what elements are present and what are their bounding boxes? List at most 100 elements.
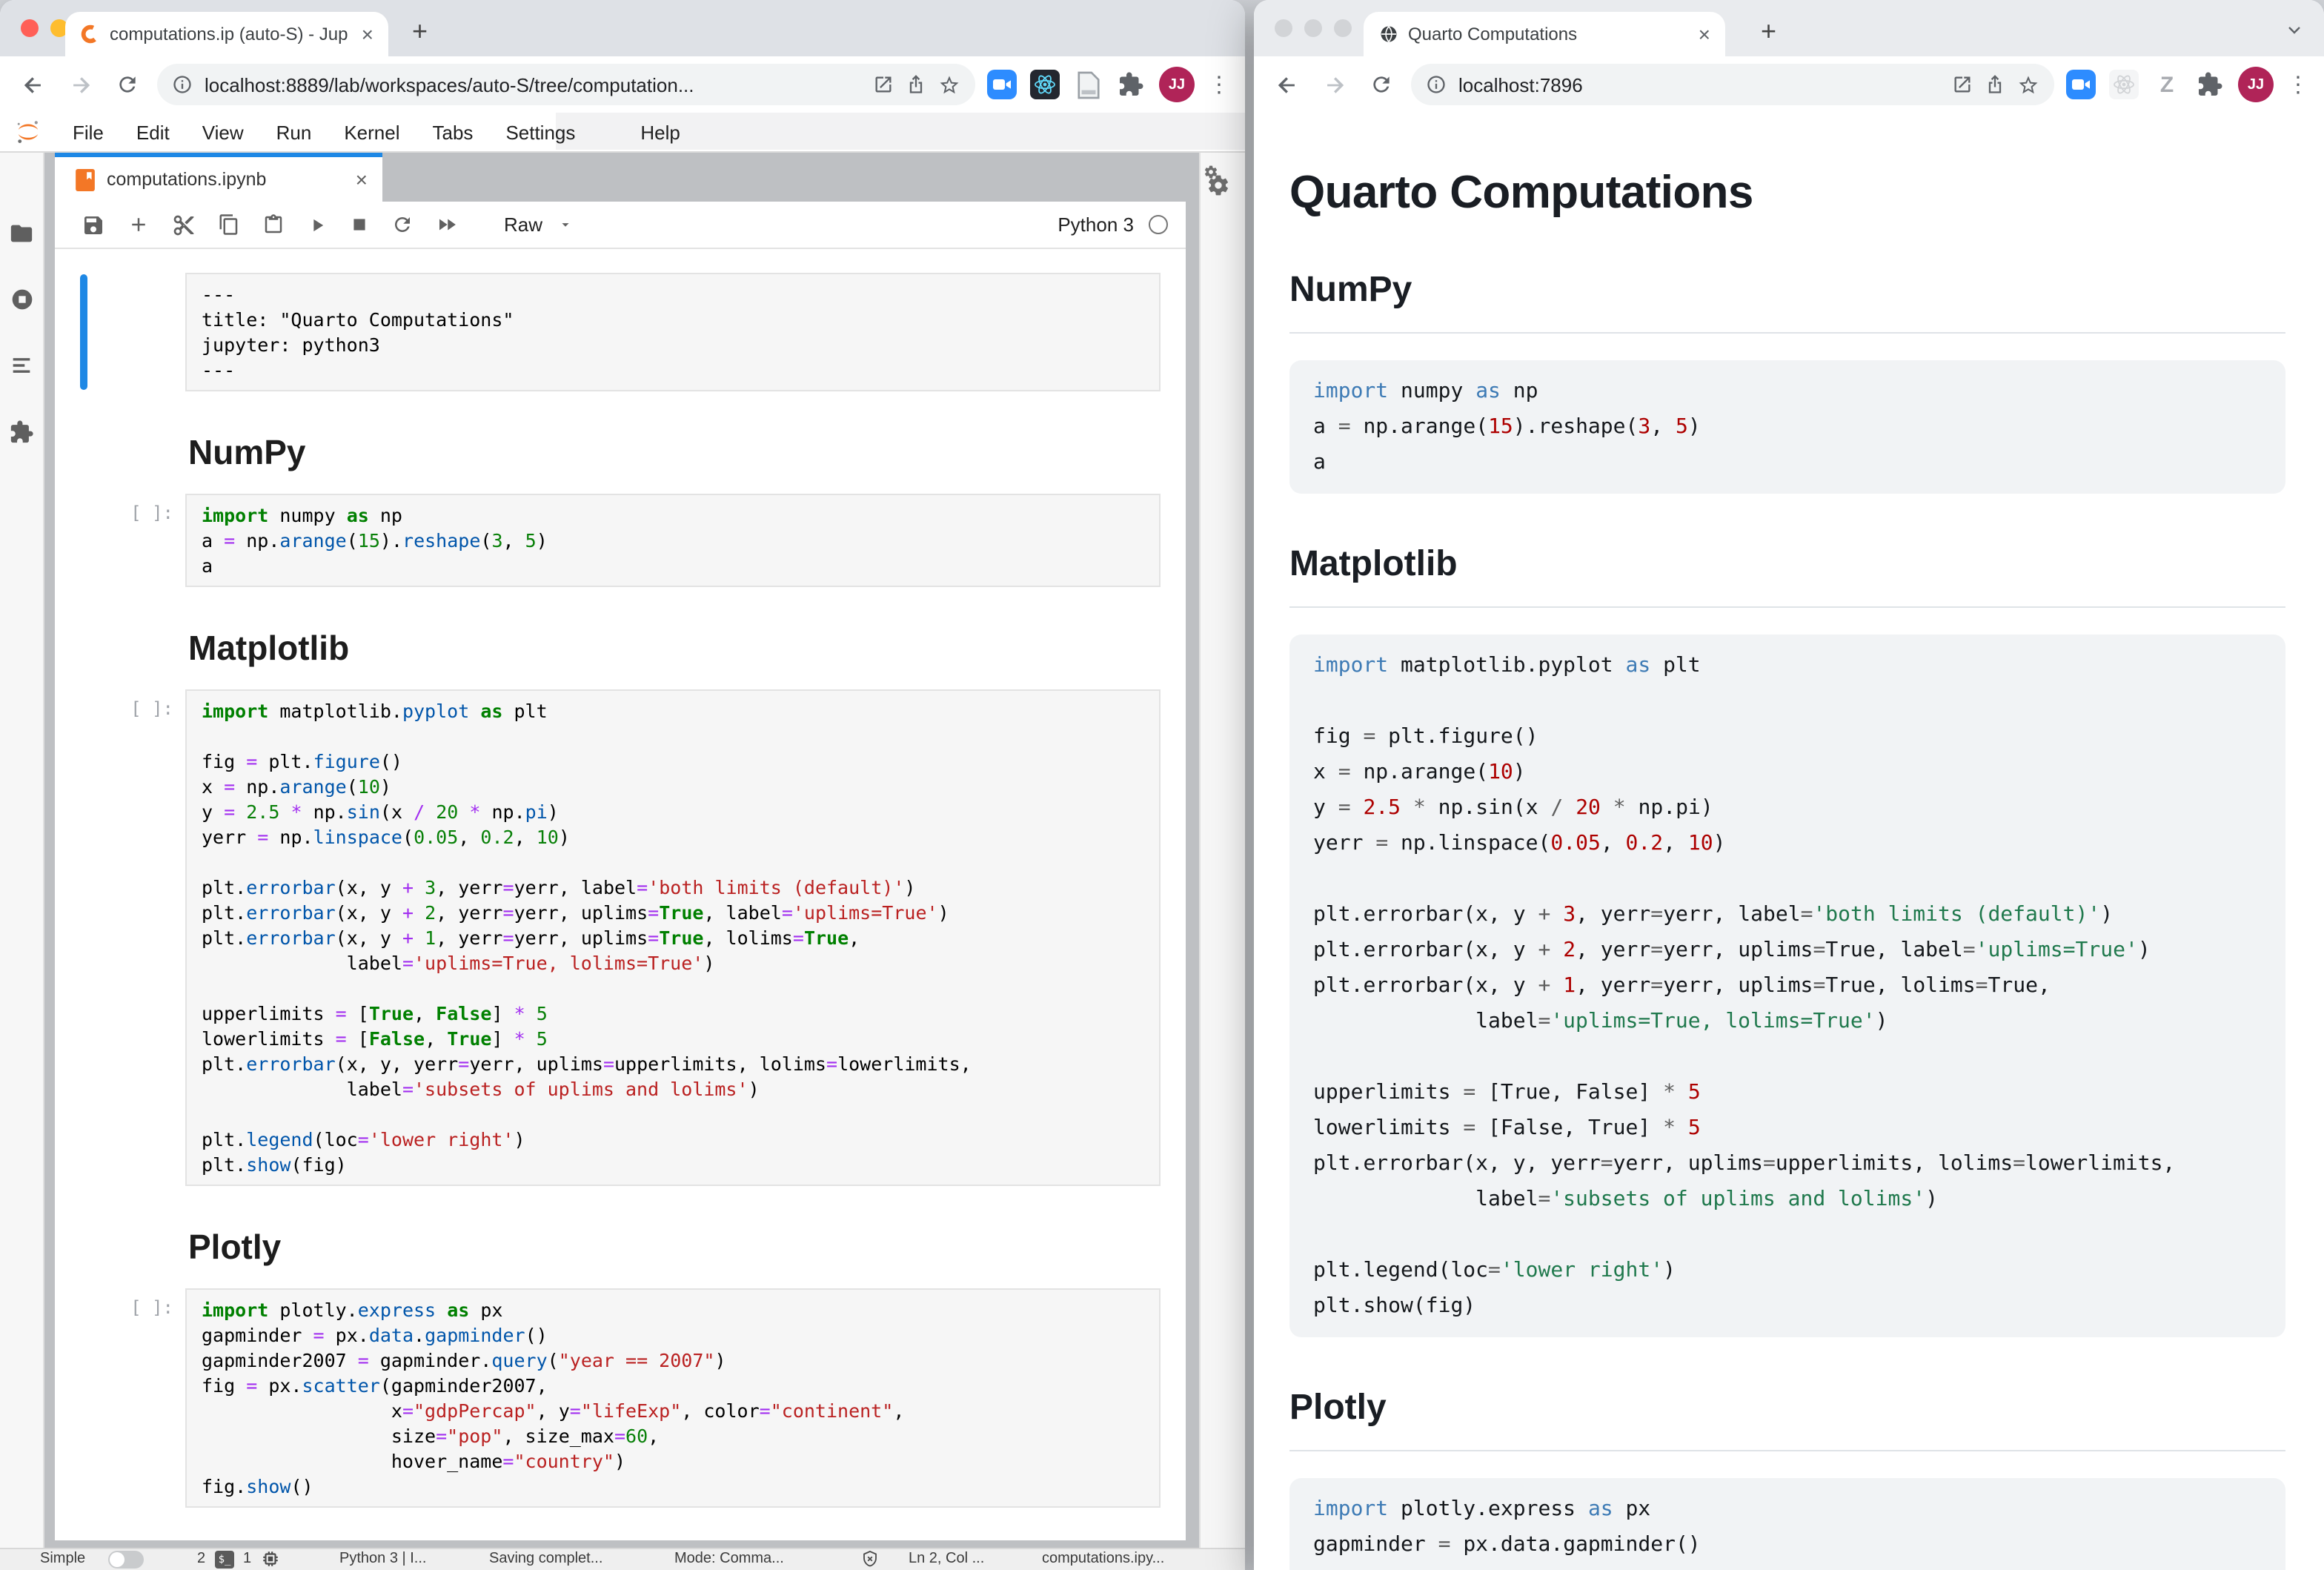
forward-icon[interactable] [1316,67,1352,102]
jupyter-right-sidebar [1199,153,1245,1549]
z-extension-icon[interactable]: Z [2152,70,2182,99]
cell-selection-bar [80,274,87,390]
close-tab-icon[interactable]: × [1699,24,1710,44]
menu-run[interactable]: Run [260,121,328,143]
statusbar-filename: computations.ipy... [1042,1551,1164,1567]
tab-search-chevron-icon[interactable] [2285,21,2303,39]
react-devtools-extension-icon[interactable] [1030,70,1060,99]
extension-manager-icon[interactable] [9,420,34,445]
menu-view[interactable]: View [186,121,260,143]
bookmark-star-icon[interactable] [938,73,960,96]
section-heading-matplotlib: Matplotlib [1289,544,2285,608]
forward-icon[interactable] [62,67,98,102]
notebook-tab-title: computations.ipynb [107,169,344,190]
share-icon[interactable] [906,74,926,95]
notebook-tab[interactable]: computations.ipynb × [55,153,382,202]
url-text[interactable]: localhost:7896 [1458,73,1940,96]
restart-kernel-button[interactable] [391,213,414,236]
quarto-page: Quarto Computations NumPy import numpy a… [1254,113,2324,1570]
raw-cell-editor[interactable]: ---title: "Quarto Computations"jupyter: … [185,273,1161,391]
page-title: Quarto Computations [1289,166,2285,219]
notebook-toolbar: Raw Python 3 [55,202,1186,249]
table-of-contents-icon[interactable] [9,353,34,378]
menu-tabs[interactable]: Tabs [416,121,490,143]
minimize-window-button[interactable] [1304,19,1322,37]
matplotlib-cell-editor[interactable]: import matplotlib.pyplot as plt fig = pl… [185,689,1161,1186]
section-heading-plotly: Plotly [1289,1388,2285,1451]
browser-tab[interactable]: Quarto Computations × [1364,12,1725,56]
cell-prompt: [ ]: [55,1297,173,1318]
extensions-row: Z JJ ⋮ [2066,67,2309,102]
simple-mode-label: Simple [40,1551,85,1567]
menu-edit[interactable]: Edit [120,121,186,143]
restart-and-run-all-button[interactable] [436,213,458,236]
close-window-button[interactable] [21,19,39,37]
jupyter-body: computations.ipynb × [0,153,1245,1549]
profile-avatar[interactable]: JJ [1159,67,1195,102]
site-info-icon[interactable] [172,74,193,95]
zoom-window-button[interactable] [1334,19,1352,37]
bookmark-star-icon[interactable] [2017,73,2039,96]
notebook-tab-close-icon[interactable]: × [356,168,368,191]
markdown-heading-plotly[interactable]: Plotly [188,1228,1052,1268]
url-text[interactable]: localhost:8889/lab/workspaces/auto-S/tre… [205,73,861,96]
browser-tab[interactable]: computations.ip (auto-S) - Jup × [65,12,388,56]
react-devtools-extension-icon[interactable] [2109,70,2139,99]
browser-tab-title: computations.ip (auto-S) - Jup [110,24,353,44]
file-browser-icon[interactable] [9,221,34,246]
reload-icon[interactable] [110,67,145,102]
plotly-cell-editor[interactable]: import plotly.express as pxgapminder = p… [185,1288,1161,1508]
simple-mode-toggle[interactable] [108,1551,144,1569]
open-in-new-icon[interactable] [873,74,894,95]
address-bar[interactable]: localhost:8889/lab/workspaces/auto-S/tre… [157,64,975,105]
copy-cells-button[interactable] [218,213,240,236]
zoom-extension-icon[interactable] [987,70,1017,99]
cursor-position[interactable]: Ln 2, Col ... [909,1551,984,1567]
back-icon[interactable] [1269,67,1304,102]
menu-file[interactable]: File [56,121,120,143]
profile-avatar[interactable]: JJ [2238,67,2274,102]
site-info-icon[interactable] [1426,74,1447,95]
mode-indicator[interactable]: Mode: Comma... [674,1551,784,1567]
browser-menu-icon[interactable]: ⋮ [2287,71,2309,98]
cell-type-dropdown[interactable]: Raw [504,213,574,236]
notebook-content: ---title: "Quarto Computations"jupyter: … [55,249,1186,1540]
markdown-heading-matplotlib[interactable]: Matplotlib [188,629,1052,669]
new-tab-button[interactable]: + [412,16,428,47]
add-cell-button[interactable] [127,213,150,236]
kernel-idle-icon [1149,215,1168,234]
open-in-new-icon[interactable] [1952,74,1973,95]
jupyterlab-browser-window: computations.ip (auto-S) - Jup × + local… [0,0,1245,1570]
numpy-cell-editor[interactable]: import numpy as npa = np.arange(15).resh… [185,494,1161,587]
markdown-heading-numpy[interactable]: NumPy [188,433,1052,473]
back-icon[interactable] [15,67,50,102]
notebook-panel: computations.ipynb × [55,153,1186,1540]
cut-cells-button[interactable] [172,213,196,236]
extensions-puzzle-icon[interactable] [2195,70,2225,99]
share-icon[interactable] [1985,74,2005,95]
jupyter-favicon [80,24,101,44]
run-cell-button[interactable] [307,214,328,235]
notebook-tab-bar: computations.ipynb × [55,153,1186,202]
address-bar[interactable]: localhost:7896 [1411,64,2054,105]
browser-menu-icon[interactable]: ⋮ [1208,71,1230,98]
close-window-button[interactable] [1275,19,1292,37]
paste-cells-button[interactable] [262,213,285,236]
close-tab-icon[interactable]: × [362,24,374,44]
running-kernels-icon[interactable] [10,288,33,311]
property-inspector-gear-icon[interactable] [1206,173,1230,197]
save-button[interactable] [82,213,105,236]
menu-settings[interactable]: Settings [489,121,591,143]
new-tab-button[interactable]: + [1761,16,1776,47]
zoom-extension-icon[interactable] [2066,70,2096,99]
kernel-status-text[interactable]: Python 3 | I... [339,1551,427,1567]
document-extension-icon[interactable] [1073,70,1103,99]
kernel-indicator[interactable]: Python 3 [1058,213,1168,236]
extensions-puzzle-icon[interactable] [1116,70,1146,99]
interrupt-kernel-button[interactable] [350,215,369,234]
reload-icon[interactable] [1364,67,1399,102]
cell-type-value: Raw [504,213,542,236]
menu-help[interactable]: Help [624,121,697,143]
menu-kernel[interactable]: Kernel [328,121,416,143]
globe-favicon [1378,24,1399,44]
